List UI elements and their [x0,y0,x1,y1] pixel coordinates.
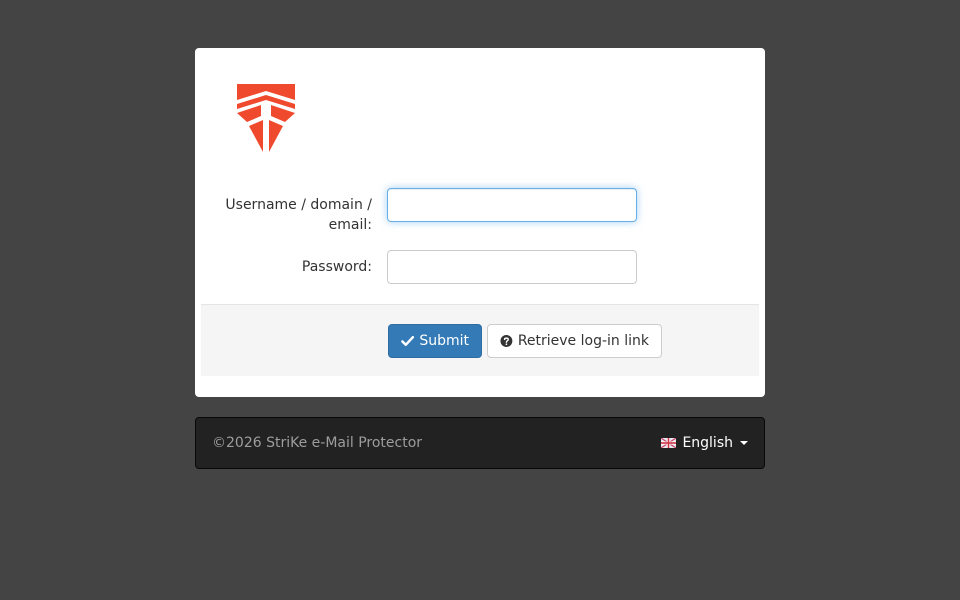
footer-bar: ©2026 StriKe e-Mail Protector English [195,417,765,469]
caret-down-icon [740,441,748,445]
strike-shield-logo-icon [237,84,295,152]
password-label: Password: [301,259,372,275]
form-actions: Submit Retrieve log-in link [201,304,759,376]
submit-label: Submit [419,333,469,349]
question-circle-icon [500,335,513,347]
submit-button[interactable]: Submit [388,324,482,358]
uk-flag-icon [661,438,677,448]
username-label: Username / domain / email: [225,195,372,235]
username-input[interactable] [387,188,637,222]
checkmark-icon [401,335,415,347]
language-label: English [682,435,733,451]
language-dropdown[interactable]: English [661,433,748,453]
username-label-line1: Username / domain / [225,197,372,213]
retrieve-login-link-button[interactable]: Retrieve log-in link [487,324,662,358]
username-label-line2: email: [328,217,372,233]
retrieve-label: Retrieve log-in link [517,333,649,349]
password-input[interactable] [387,250,637,284]
copyright-text: ©2026 StriKe e-Mail Protector [212,435,423,451]
login-panel: Username / domain / email: Password: Sub… [195,48,765,397]
